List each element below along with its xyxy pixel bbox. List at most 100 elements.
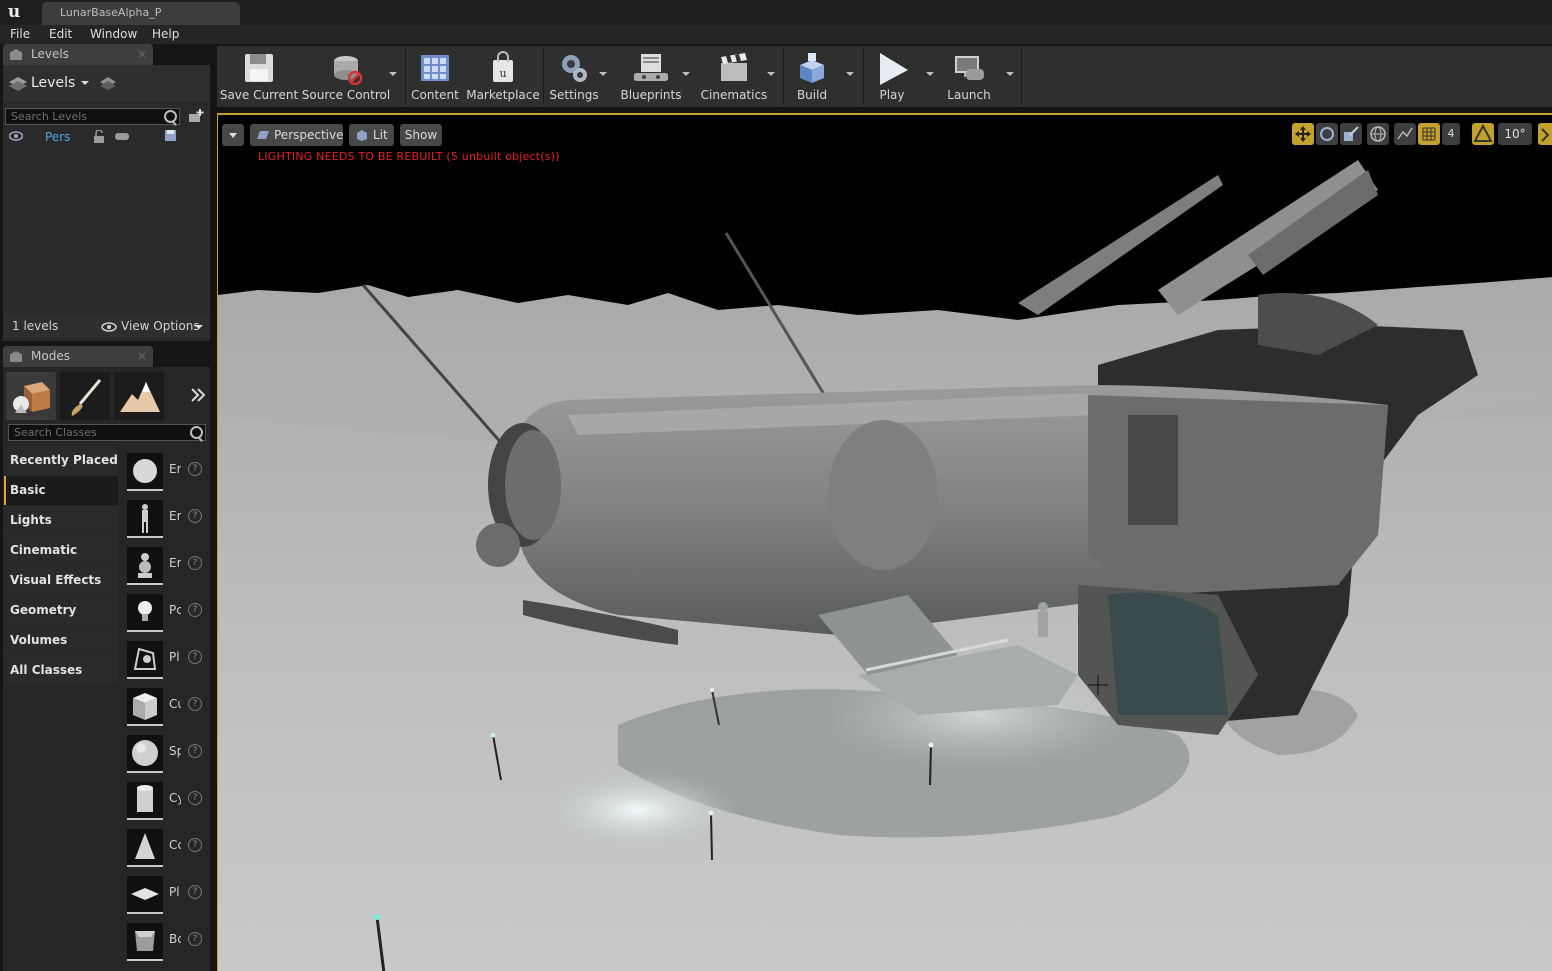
- menu-help[interactable]: Help: [152, 25, 179, 44]
- asset-item[interactable]: Pc ?: [118, 591, 209, 638]
- show-button[interactable]: Show: [400, 124, 442, 146]
- asset-item[interactable]: Pl ?: [118, 638, 209, 685]
- blueprints-dropdown-icon[interactable]: [682, 72, 690, 76]
- grid-snap-toggle[interactable]: [1418, 123, 1440, 145]
- settings-button[interactable]: Settings: [547, 46, 601, 107]
- help-icon[interactable]: ?: [188, 650, 202, 664]
- save-current-button[interactable]: Save Current: [217, 46, 301, 107]
- levels-search-input[interactable]: Search Levels: [5, 108, 180, 125]
- modes-panel-tab[interactable]: Modes ×: [3, 346, 153, 367]
- eye-icon[interactable]: [9, 131, 23, 141]
- class-search-input[interactable]: Search Classes: [8, 424, 206, 441]
- category-basic[interactable]: Basic: [4, 476, 118, 505]
- asset-item[interactable]: Pl ?: [118, 873, 209, 920]
- add-level-icon[interactable]: [187, 109, 205, 123]
- scale-tool-button[interactable]: [1340, 123, 1362, 145]
- build-button[interactable]: Build: [787, 46, 837, 107]
- launch-dropdown-icon[interactable]: [1006, 72, 1014, 76]
- lock-icon[interactable]: [93, 130, 105, 143]
- asset-item[interactable]: Er ?: [118, 544, 209, 591]
- level-details-icon[interactable]: [99, 75, 117, 91]
- lit-sphere-icon: [357, 130, 367, 141]
- search-icon: [190, 426, 203, 439]
- asset-item[interactable]: Bc ?: [118, 920, 209, 967]
- angle-snap-toggle[interactable]: [1472, 123, 1494, 145]
- category-geometry[interactable]: Geometry: [4, 596, 118, 625]
- menu-file[interactable]: File: [10, 25, 30, 44]
- asset-item[interactable]: Cu ?: [118, 685, 209, 732]
- asset-item[interactable]: Er ?: [118, 450, 209, 497]
- marketplace-button[interactable]: u Marketplace: [465, 46, 541, 107]
- help-icon[interactable]: ?: [188, 509, 202, 523]
- chevron-down-icon[interactable]: [81, 81, 89, 85]
- help-icon[interactable]: ?: [188, 744, 202, 758]
- level-viewport[interactable]: Perspective Lit Show LIGHTING NEEDS TO B…: [217, 113, 1552, 971]
- angle-snap-value[interactable]: 10°: [1498, 123, 1532, 145]
- help-icon[interactable]: ?: [188, 791, 202, 805]
- asset-item[interactable]: Er ?: [118, 497, 209, 544]
- launch-label: Launch: [947, 88, 991, 102]
- help-icon[interactable]: ?: [188, 838, 202, 852]
- save-icon[interactable]: [164, 129, 177, 142]
- category-cinematic[interactable]: Cinematic: [4, 536, 118, 565]
- help-icon[interactable]: ?: [188, 697, 202, 711]
- play-dropdown-icon[interactable]: [926, 72, 934, 76]
- landscape-mode-button[interactable]: [114, 372, 164, 420]
- rotate-tool-button[interactable]: [1316, 123, 1338, 145]
- help-icon[interactable]: ?: [188, 932, 202, 946]
- help-icon[interactable]: ?: [188, 603, 202, 617]
- gamepad-icon[interactable]: [114, 131, 130, 142]
- place-mode-button[interactable]: [6, 372, 56, 420]
- grid-size-value[interactable]: 4: [1442, 123, 1460, 145]
- help-icon[interactable]: ?: [188, 462, 202, 476]
- cinematics-dropdown-icon[interactable]: [767, 72, 775, 76]
- lit-mode-button[interactable]: Lit: [349, 124, 394, 146]
- menu-window[interactable]: Window: [90, 25, 137, 44]
- more-modes-icon[interactable]: [190, 387, 206, 403]
- unreal-logo-icon[interactable]: u: [4, 2, 24, 22]
- chevron-down-icon[interactable]: [195, 325, 203, 329]
- paint-mode-button[interactable]: [60, 372, 110, 420]
- scene-render[interactable]: [218, 115, 1552, 971]
- category-all-classes[interactable]: All Classes: [4, 656, 118, 685]
- help-icon[interactable]: ?: [188, 885, 202, 899]
- world-local-toggle[interactable]: [1367, 123, 1389, 145]
- surface-snap-toggle[interactable]: [1394, 123, 1416, 145]
- category-visual-effects[interactable]: Visual Effects: [4, 566, 118, 595]
- build-dropdown-icon[interactable]: [846, 72, 854, 76]
- close-icon[interactable]: ×: [137, 346, 147, 367]
- blueprints-button[interactable]: Blueprints: [613, 46, 689, 107]
- category-lights[interactable]: Lights: [4, 506, 118, 535]
- level-row[interactable]: Pers: [3, 128, 210, 146]
- cinematics-button[interactable]: Cinematics: [695, 46, 773, 107]
- category-volumes[interactable]: Volumes: [4, 626, 118, 655]
- asset-item[interactable]: Cy ?: [118, 779, 209, 826]
- settings-dropdown-icon[interactable]: [599, 72, 607, 76]
- box-trigger-icon: [127, 923, 163, 961]
- search-icon: [164, 110, 177, 123]
- levels-header-label[interactable]: Levels: [31, 75, 75, 91]
- play-button[interactable]: Play: [867, 46, 917, 107]
- translate-tool-button[interactable]: [1292, 123, 1314, 145]
- asset-item[interactable]: Cc ?: [118, 826, 209, 873]
- help-icon[interactable]: ?: [188, 556, 202, 570]
- level-document-tab[interactable]: LunarBaseAlpha_P: [42, 2, 240, 25]
- launch-button[interactable]: Launch: [941, 46, 997, 107]
- source-control-dropdown-icon[interactable]: [389, 72, 397, 76]
- levels-panel-tab[interactable]: Levels ×: [3, 44, 153, 65]
- scale-snap-toggle[interactable]: [1538, 123, 1552, 145]
- perspective-button[interactable]: Perspective: [250, 124, 344, 146]
- content-button[interactable]: Content: [409, 46, 461, 107]
- toolbar-separator: [863, 48, 864, 105]
- menu-edit[interactable]: Edit: [49, 25, 72, 44]
- viewport-options-button[interactable]: [222, 124, 244, 146]
- level-name[interactable]: Pers: [45, 130, 70, 144]
- category-recently-placed[interactable]: Recently Placed: [4, 446, 118, 475]
- asset-item[interactable]: Sp ?: [118, 732, 209, 779]
- cube-icon: [127, 688, 163, 726]
- angle-snap-icon: [1473, 123, 1493, 142]
- close-icon[interactable]: ×: [137, 44, 147, 65]
- view-options-button[interactable]: View Options: [121, 319, 200, 333]
- source-control-button[interactable]: Source Control: [301, 46, 391, 107]
- show-label: Show: [404, 128, 438, 142]
